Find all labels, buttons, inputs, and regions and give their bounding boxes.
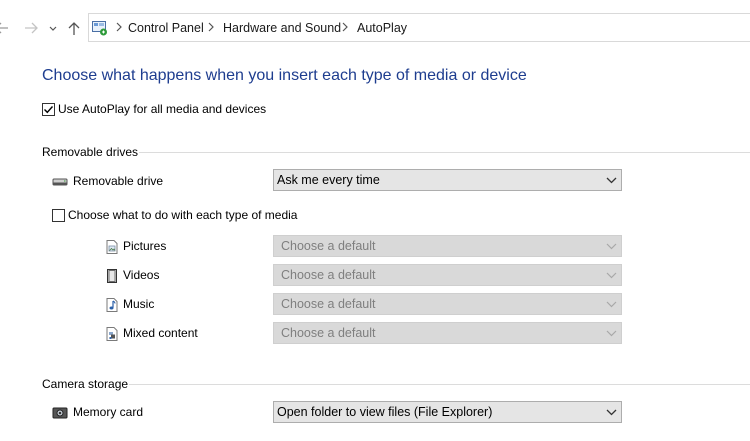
per-media-type-checkbox[interactable] <box>52 209 65 222</box>
per-media-type-label[interactable]: Choose what to do with each type of medi… <box>68 208 297 222</box>
music-dropdown-value: Choose a default <box>281 297 376 311</box>
breadcrumb-separator-icon <box>116 22 122 32</box>
pictures-dropdown[interactable]: Choose a default <box>273 235 622 257</box>
use-autoplay-label[interactable]: Use AutoPlay for all media and devices <box>58 102 266 116</box>
removable-drive-dropdown[interactable]: Ask me every time <box>273 169 622 191</box>
pictures-label: Pictures <box>123 239 167 253</box>
mixed-content-label: Mixed content <box>123 326 198 340</box>
up-arrow-icon[interactable] <box>66 19 82 37</box>
chevron-down-icon <box>606 243 617 250</box>
breadcrumb-separator-icon <box>208 22 214 32</box>
recent-locations-chevron-icon[interactable] <box>47 19 59 37</box>
checkmark-icon <box>44 106 54 114</box>
address-bar[interactable]: Control Panel Hardware and Sound AutoPla… <box>88 13 750 42</box>
videos-icon <box>104 268 120 284</box>
chevron-down-icon <box>606 301 617 308</box>
forward-arrow-icon[interactable] <box>23 19 39 37</box>
memory-card-dropdown-value: Open folder to view files (File Explorer… <box>277 405 493 419</box>
breadcrumb-separator-icon <box>342 22 348 32</box>
videos-dropdown[interactable]: Choose a default <box>273 264 622 286</box>
page-title: Choose what happens when you insert each… <box>42 67 527 84</box>
pictures-dropdown-value: Choose a default <box>281 239 376 253</box>
memory-card-icon <box>52 405 68 421</box>
breadcrumb-control-panel[interactable]: Control Panel <box>128 21 204 35</box>
breadcrumb-autoplay[interactable]: AutoPlay <box>357 21 407 35</box>
navigation-bar: Control Panel Hardware and Sound AutoPla… <box>0 0 750 56</box>
removable-drive-icon <box>52 174 68 190</box>
chevron-down-icon <box>606 177 617 184</box>
group-divider <box>129 384 750 385</box>
videos-label: Videos <box>123 268 160 282</box>
chevron-down-icon <box>606 330 617 337</box>
videos-dropdown-value: Choose a default <box>281 268 376 282</box>
memory-card-dropdown[interactable]: Open folder to view files (File Explorer… <box>273 401 622 423</box>
music-dropdown[interactable]: Choose a default <box>273 293 622 315</box>
mixed-content-dropdown-value: Choose a default <box>281 326 376 340</box>
chevron-down-icon <box>606 272 617 279</box>
group-divider <box>139 152 750 153</box>
memory-card-label: Memory card <box>73 405 144 419</box>
camera-storage-group-title: Camera storage <box>42 377 129 391</box>
mixed-content-dropdown[interactable]: Choose a default <box>273 322 622 344</box>
breadcrumb-hardware-and-sound[interactable]: Hardware and Sound <box>223 21 341 35</box>
pictures-icon <box>104 239 120 255</box>
mixed-content-icon <box>104 326 120 342</box>
chevron-down-icon <box>606 409 617 416</box>
music-icon <box>104 297 120 313</box>
removable-drive-label: Removable drive <box>73 174 164 188</box>
removable-drives-group-title: Removable drives <box>42 145 139 159</box>
use-autoplay-checkbox[interactable] <box>42 103 55 116</box>
control-panel-icon <box>92 20 108 36</box>
removable-drive-dropdown-value: Ask me every time <box>277 173 380 187</box>
back-arrow-icon[interactable] <box>0 19 10 37</box>
music-label: Music <box>123 297 155 311</box>
